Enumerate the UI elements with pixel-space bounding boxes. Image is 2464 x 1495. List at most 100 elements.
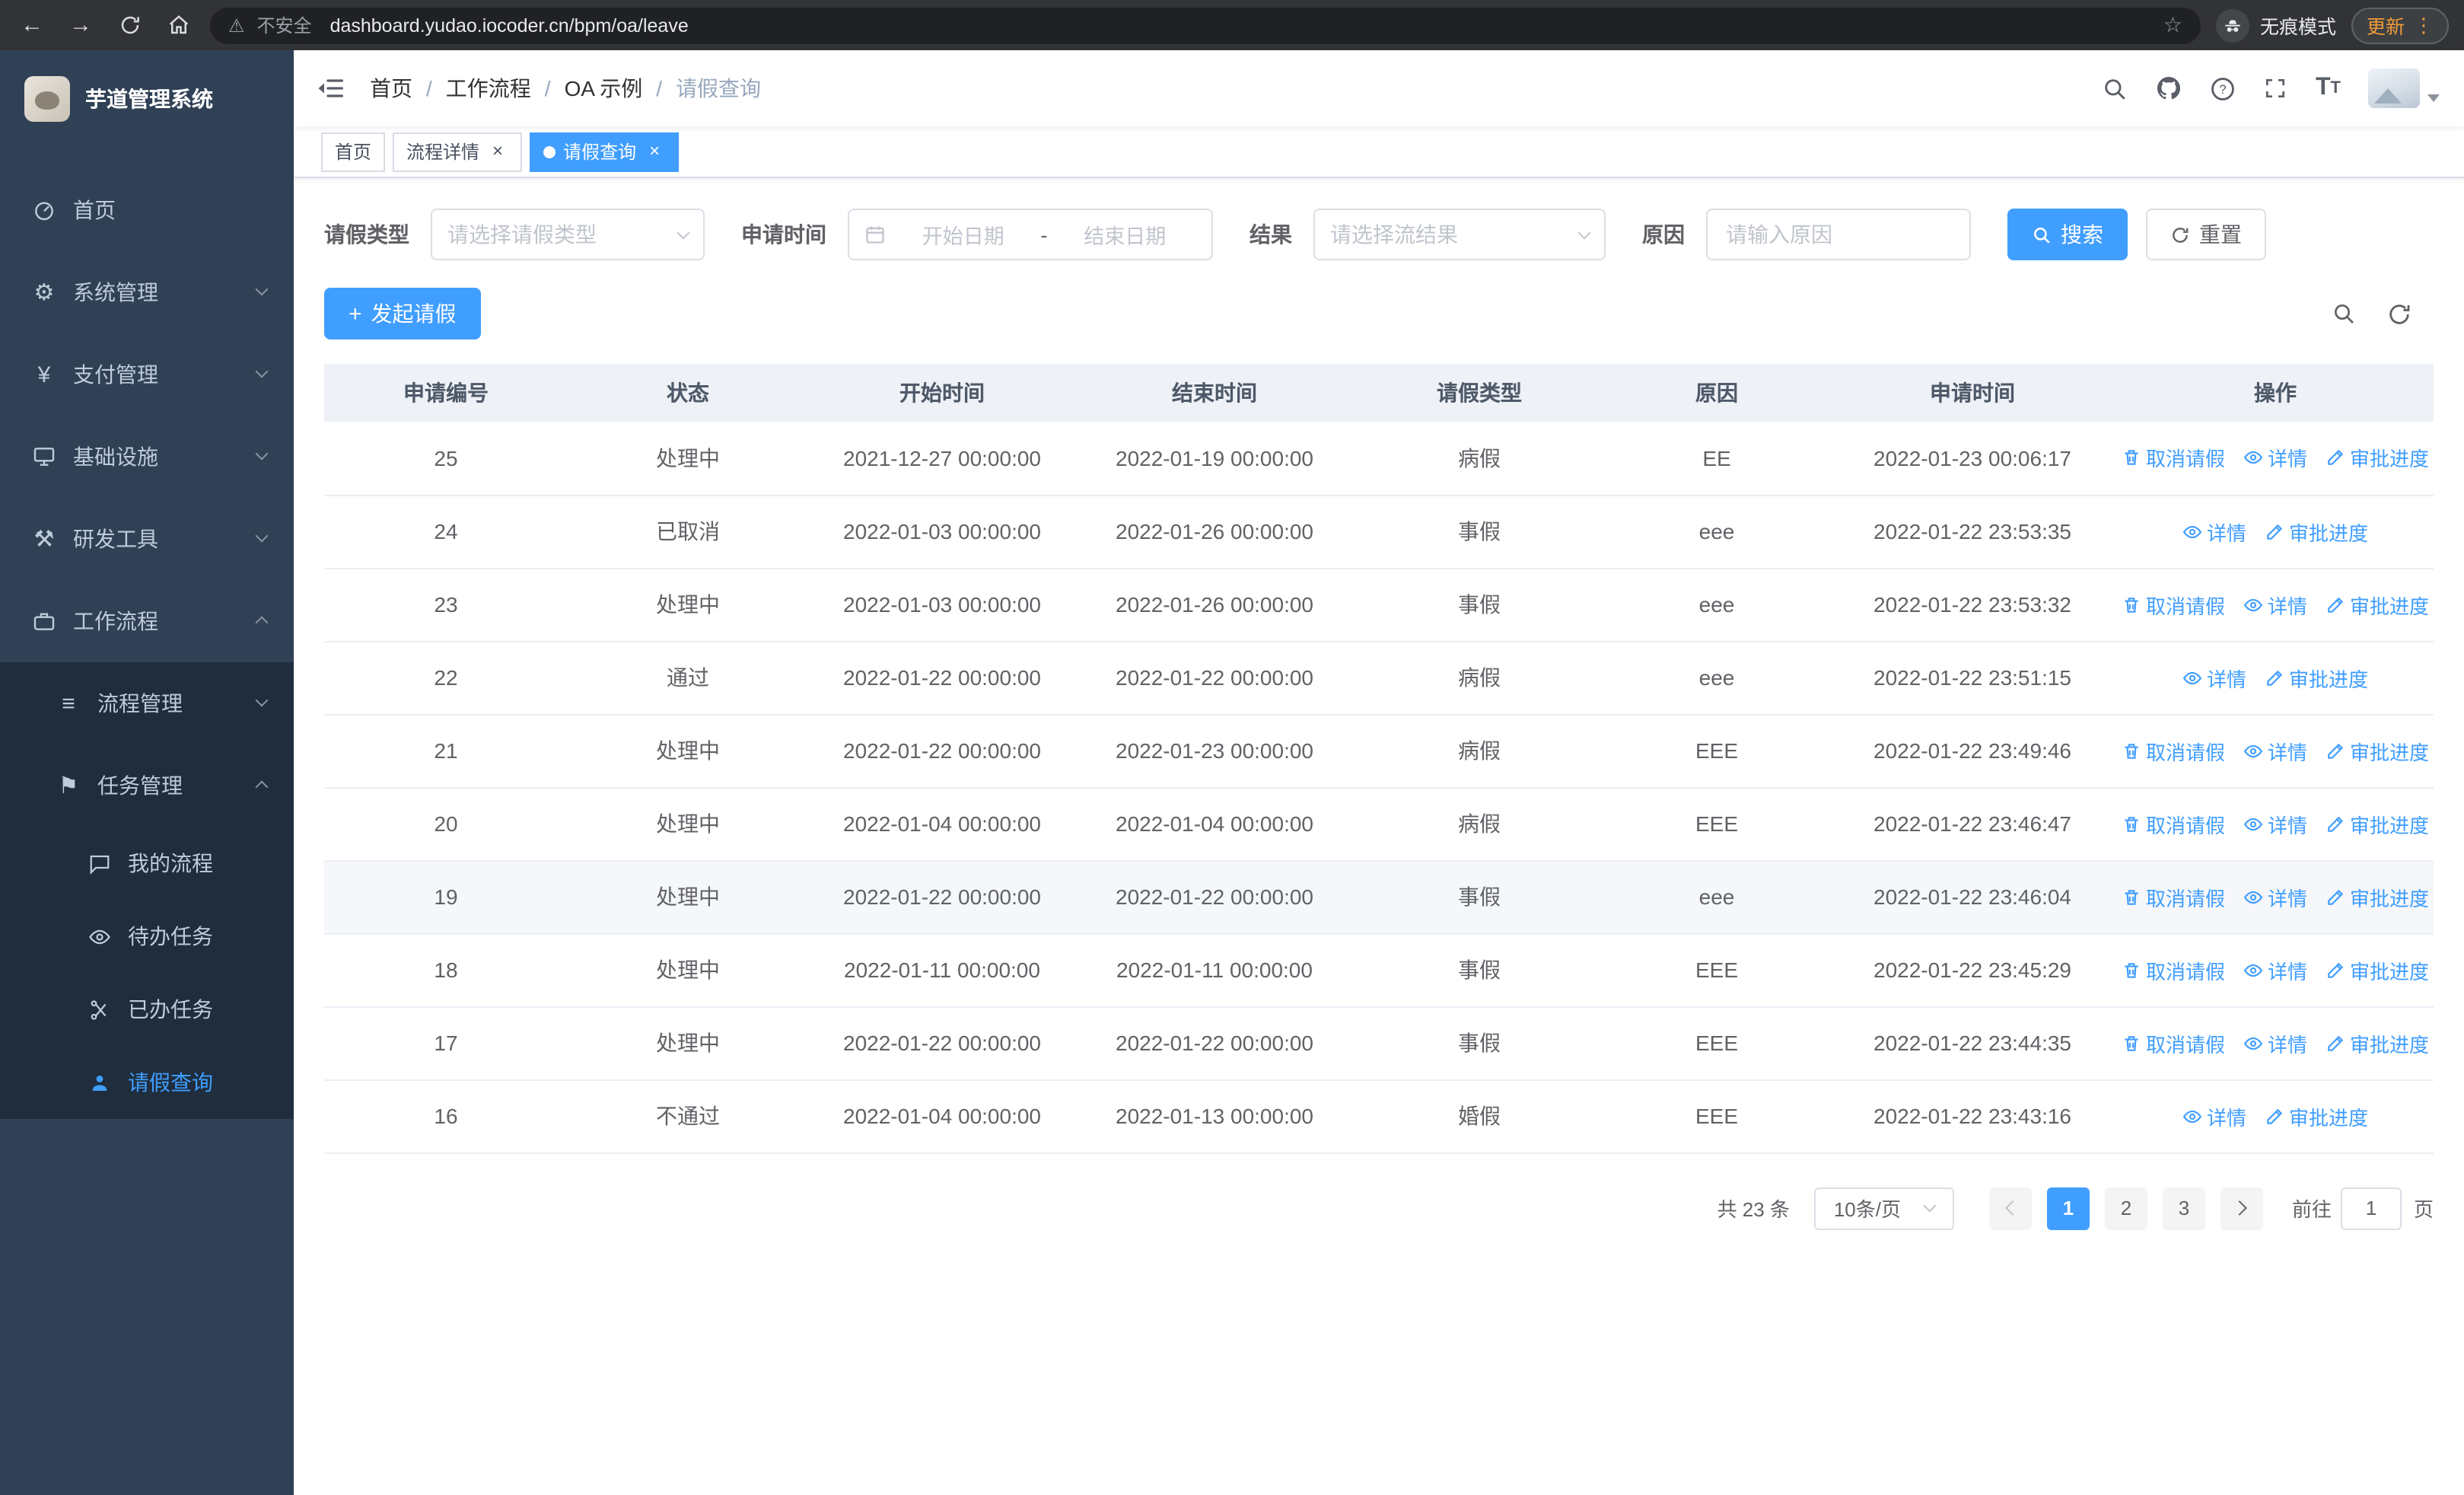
result-select[interactable]: 请选择流结果: [1313, 209, 1606, 260]
sidebar-item-my-process[interactable]: 我的流程: [0, 827, 294, 900]
home-button[interactable]: [161, 14, 195, 37]
goto-page-input[interactable]: [2340, 1187, 2402, 1229]
action-detail-button[interactable]: 详情: [2243, 736, 2307, 765]
page-button-2[interactable]: 2: [2104, 1187, 2147, 1229]
action-cancel-button[interactable]: 取消请假: [2122, 736, 2225, 765]
action-detail-button[interactable]: 详情: [2243, 809, 2307, 838]
action-cancel-button[interactable]: 取消请假: [2122, 444, 2225, 473]
cell-apply-time: 2022-01-22 23:43:16: [1828, 1079, 2117, 1153]
sidebar-item-infrastructure[interactable]: 基础设施: [0, 416, 294, 498]
page-size-select[interactable]: 10条/页: [1813, 1187, 1954, 1229]
action-cancel-button[interactable]: 取消请假: [2122, 590, 2225, 619]
user-menu[interactable]: [2368, 69, 2440, 108]
edit-icon: [2328, 961, 2344, 977]
font-size-button[interactable]: TT: [2316, 75, 2341, 102]
action-cancel-button[interactable]: 取消请假: [2122, 809, 2225, 838]
fullscreen-button[interactable]: [2264, 76, 2288, 100]
sidebar-item-home[interactable]: 首页: [0, 169, 294, 251]
breadcrumb-item[interactable]: 工作流程: [446, 73, 531, 104]
close-icon[interactable]: ×: [487, 140, 508, 162]
sidebar-toggle-button[interactable]: [294, 50, 370, 126]
action-detail-button[interactable]: 详情: [2243, 955, 2307, 984]
action-detail-button[interactable]: 详情: [2182, 1101, 2246, 1130]
action-progress-button[interactable]: 审批进度: [2265, 1101, 2368, 1130]
leave-type-select[interactable]: 请选择请假类型: [431, 209, 705, 260]
row-actions: 取消请假 详情 审批进度: [2122, 809, 2429, 838]
reset-button[interactable]: 重置: [2146, 209, 2266, 260]
cell-leave-type: 病假: [1353, 714, 1606, 788]
breadcrumb-item[interactable]: 首页: [370, 73, 412, 104]
breadcrumb-item[interactable]: OA 示例: [565, 73, 643, 104]
sidebar-item-leave-query[interactable]: 请假查询: [0, 1046, 294, 1119]
header-leave-type: 请假类型: [1353, 364, 1606, 422]
close-icon[interactable]: ×: [644, 140, 665, 162]
tab-home[interactable]: 首页: [321, 132, 386, 171]
sidebar-item-task-management[interactable]: ⚑ 任务管理: [0, 744, 294, 827]
reason-input[interactable]: [1726, 222, 1951, 247]
bookmark-star-icon[interactable]: ☆: [2163, 12, 2182, 38]
action-progress-button[interactable]: 审批进度: [2326, 1028, 2429, 1057]
help-button[interactable]: ?: [2211, 75, 2236, 101]
back-button[interactable]: ←: [15, 14, 49, 37]
action-detail-button[interactable]: 详情: [2243, 882, 2307, 911]
chevron-down-icon: [255, 282, 269, 296]
chevron-down-icon: [255, 447, 269, 461]
tab-leave-query[interactable]: 请假查询 ×: [530, 132, 680, 171]
search-button[interactable]: 搜索: [2007, 209, 2128, 260]
action-progress-button[interactable]: 审批进度: [2326, 444, 2429, 473]
action-progress-button[interactable]: 审批进度: [2326, 809, 2429, 838]
navbar-right: ? TT: [2103, 69, 2464, 108]
header-search-button[interactable]: [2103, 75, 2128, 101]
eye-icon: [2182, 1109, 2202, 1123]
delete-icon: [2125, 450, 2138, 466]
reload-button[interactable]: [113, 14, 146, 37]
github-link[interactable]: [2156, 75, 2183, 102]
action-progress-button[interactable]: 审批进度: [2326, 955, 2429, 984]
tab-process-detail[interactable]: 流程详情 ×: [393, 132, 523, 171]
pagination-total: 共 23 条: [1717, 1198, 1790, 1221]
sidebar-item-done-tasks[interactable]: 已办任务: [0, 973, 294, 1046]
sidebar-item-payment[interactable]: ¥ 支付管理: [0, 333, 294, 416]
cell-start-time: 2022-01-22 00:00:00: [808, 641, 1076, 715]
sidebar-item-devtools[interactable]: ⚒ 研发工具: [0, 498, 294, 580]
app-logo[interactable]: 芋道管理系统: [0, 50, 294, 148]
action-detail-button[interactable]: 详情: [2182, 517, 2246, 546]
action-progress-button[interactable]: 审批进度: [2326, 882, 2429, 911]
create-leave-button[interactable]: + 发起请假: [324, 288, 481, 339]
svg-text:?: ?: [2220, 81, 2227, 96]
address-bar[interactable]: ⚠ 不安全 dashboard.yudao.iocoder.cn/bpm/oa/…: [210, 7, 2201, 43]
cell-reason: EEE: [1606, 787, 1828, 861]
action-detail-button[interactable]: 详情: [2243, 1028, 2307, 1057]
delete-icon: [2125, 816, 2138, 831]
action-label: 详情: [2206, 1106, 2246, 1129]
prev-page-button[interactable]: [1988, 1187, 2032, 1229]
action-cancel-button[interactable]: 取消请假: [2122, 955, 2225, 984]
browser-menu-icon[interactable]: ⋮: [2414, 13, 2434, 37]
action-progress-button[interactable]: 审批进度: [2265, 663, 2368, 692]
edit-icon: [2328, 1034, 2344, 1050]
action-detail-button[interactable]: 详情: [2243, 590, 2307, 619]
forward-button[interactable]: →: [64, 14, 97, 37]
action-progress-button[interactable]: 审批进度: [2265, 517, 2368, 546]
sidebar-item-process-management[interactable]: ≡ 流程管理: [0, 662, 294, 744]
action-cancel-button[interactable]: 取消请假: [2122, 882, 2225, 911]
browser-update-button[interactable]: 更新 ⋮: [2351, 7, 2449, 43]
apply-time-range-picker[interactable]: 开始日期 - 结束日期: [848, 209, 1213, 260]
action-detail-button[interactable]: 详情: [2243, 444, 2307, 473]
toggle-search-button[interactable]: [2332, 301, 2356, 326]
sidebar-item-system[interactable]: ⚙ 系统管理: [0, 251, 294, 333]
page-button-1[interactable]: 1: [2046, 1187, 2090, 1229]
action-detail-button[interactable]: 详情: [2182, 663, 2246, 692]
next-page-button[interactable]: [2220, 1187, 2263, 1229]
sidebar-item-todo-tasks[interactable]: 待办任务: [0, 900, 294, 973]
cell-end-time: 2022-01-19 00:00:00: [1076, 422, 1353, 496]
action-cancel-button[interactable]: 取消请假: [2122, 1028, 2225, 1057]
action-progress-button[interactable]: 审批进度: [2326, 590, 2429, 619]
refresh-table-button[interactable]: [2386, 301, 2412, 327]
page-button-3[interactable]: 3: [2162, 1187, 2205, 1229]
action-progress-button[interactable]: 审批进度: [2326, 736, 2429, 765]
action-label: 审批进度: [2350, 814, 2430, 837]
workflow-submenu: ≡ 流程管理 ⚑ 任务管理 我的流程 待办任务 已办任务 请假查询: [0, 662, 294, 1119]
action-label: 取消请假: [2145, 741, 2225, 763]
sidebar-item-workflow[interactable]: 工作流程: [0, 580, 294, 662]
